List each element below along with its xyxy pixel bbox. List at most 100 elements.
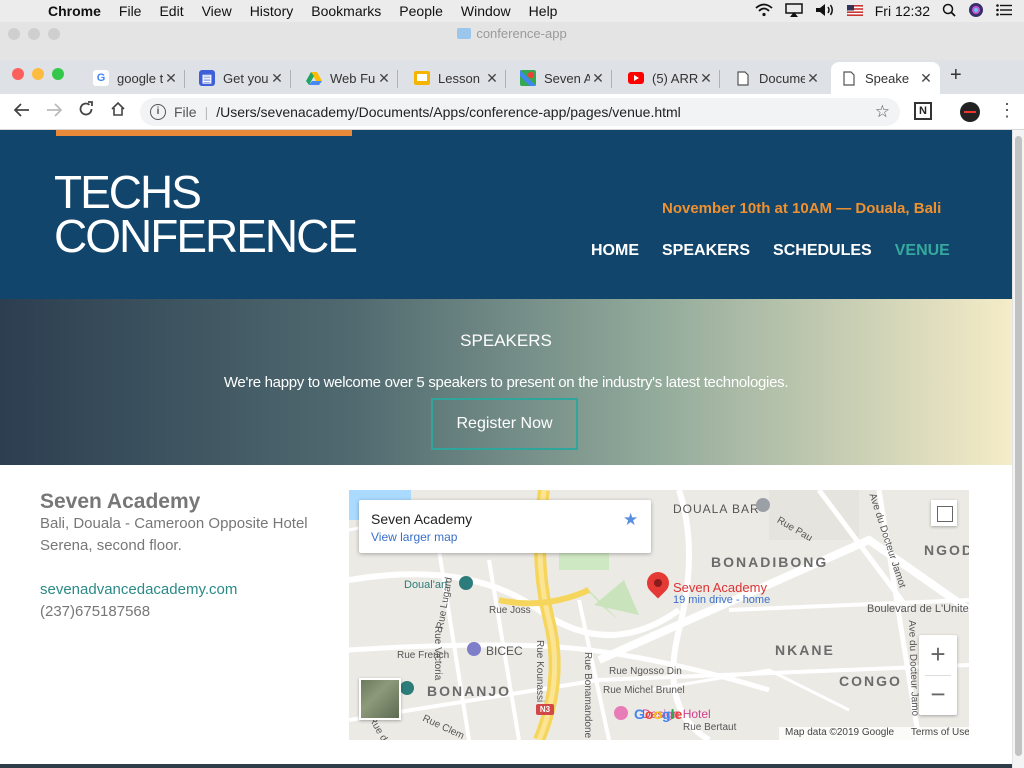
venue-phone: (237)675187568 bbox=[40, 603, 151, 620]
menu-help[interactable]: Help bbox=[520, 3, 567, 19]
new-tab-button[interactable]: + bbox=[950, 64, 962, 87]
tab-lesson[interactable]: Lesson ✕ bbox=[404, 62, 506, 94]
siri-icon[interactable] bbox=[968, 2, 984, 21]
bookmark-star-icon[interactable]: ☆ bbox=[875, 102, 890, 122]
map-data-text: Map data ©2019 Google bbox=[785, 727, 895, 738]
forward-arrow-icon[interactable] bbox=[38, 102, 70, 122]
extension-n-icon[interactable]: N bbox=[914, 102, 932, 120]
close-tab-icon[interactable]: ✕ bbox=[484, 70, 500, 87]
back-arrow-icon[interactable] bbox=[6, 102, 38, 122]
page-scrollbar[interactable] bbox=[1012, 130, 1024, 768]
tab-get-you[interactable]: ▤ Get you ✕ bbox=[189, 62, 291, 94]
tab-seven-a[interactable]: Seven A ✕ bbox=[510, 62, 612, 94]
tab-label: Docume bbox=[759, 70, 805, 86]
footer-strip bbox=[0, 764, 1012, 768]
minimize-window-button[interactable] bbox=[32, 68, 44, 80]
notification-center-icon[interactable] bbox=[996, 3, 1012, 19]
zoom-in-button[interactable]: + bbox=[919, 635, 957, 675]
address-scheme: File bbox=[174, 104, 197, 120]
tab-web-fu[interactable]: Web Fu ✕ bbox=[296, 62, 398, 94]
wifi-icon[interactable] bbox=[755, 3, 773, 20]
youtube-icon bbox=[628, 70, 644, 86]
menu-edit[interactable]: Edit bbox=[150, 3, 192, 19]
site-info-icon[interactable]: i bbox=[150, 104, 166, 120]
tab-youtube[interactable]: (5) ARR ✕ bbox=[618, 62, 720, 94]
menu-bookmarks[interactable]: Bookmarks bbox=[302, 3, 390, 19]
close-tab-icon[interactable]: ✕ bbox=[163, 70, 179, 87]
nav-schedules[interactable]: SCHEDULES bbox=[773, 242, 872, 260]
menu-view[interactable]: View bbox=[193, 3, 241, 19]
close-tab-icon[interactable]: ✕ bbox=[698, 70, 714, 87]
reload-icon[interactable] bbox=[70, 101, 102, 122]
spotlight-search-icon[interactable] bbox=[942, 3, 956, 20]
zoom-out-button[interactable]: − bbox=[919, 675, 957, 715]
close-tab-icon[interactable]: ✕ bbox=[590, 70, 606, 87]
map-pin-label[interactable]: Seven Academy bbox=[673, 580, 767, 595]
embedded-map[interactable]: DOUALA BAR BONADIBONG NGOD Doual'art Rue… bbox=[349, 490, 969, 740]
tab-label: google t bbox=[117, 70, 163, 86]
speakers-banner: SPEAKERS We're happy to welcome over 5 s… bbox=[0, 299, 1012, 465]
tab-speakers-active[interactable]: Speake ✕ bbox=[831, 62, 940, 94]
map-label-rue-ngosso: Rue Ngosso Din bbox=[609, 666, 682, 677]
menu-history[interactable]: History bbox=[241, 3, 303, 19]
extension-dark-icon[interactable] bbox=[960, 102, 980, 122]
close-tab-icon[interactable]: ✕ bbox=[805, 70, 821, 87]
menu-app-name[interactable]: Chrome bbox=[44, 3, 110, 19]
map-poi-marker-icon bbox=[459, 576, 473, 590]
maximize-window-button[interactable] bbox=[52, 68, 64, 80]
venue-address: Bali, Douala - Cameroon Opposite Hotel S… bbox=[40, 515, 308, 554]
tab-label: Web Fu bbox=[330, 70, 376, 86]
fullscreen-toggle-icon[interactable] bbox=[931, 500, 957, 526]
nav-home[interactable]: HOME bbox=[591, 242, 639, 260]
menu-file[interactable]: File bbox=[110, 3, 151, 19]
address-bar[interactable]: i File | /Users/sevenacademy/Documents/A… bbox=[140, 98, 900, 126]
google-maps-icon bbox=[520, 70, 536, 86]
folder-icon bbox=[457, 28, 472, 39]
chrome-menu-icon[interactable]: ⋮ bbox=[998, 100, 1016, 121]
page-viewport: TECHS CONFERENCE November 10th at 10AM —… bbox=[0, 130, 1012, 768]
satellite-toggle-button[interactable] bbox=[359, 678, 401, 720]
map-card-title: Seven Academy bbox=[371, 511, 473, 527]
map-label-rue-kounassi: Rue Kounassi bbox=[534, 640, 545, 703]
close-window-button[interactable] bbox=[12, 68, 24, 80]
map-label-boulevard: Boulevard de L'Unite bbox=[867, 603, 969, 615]
map-pin-subtitle: 19 min drive - home bbox=[673, 594, 771, 606]
google-slides-icon bbox=[414, 70, 430, 86]
logo-line-2: CONFERENCE bbox=[54, 210, 358, 262]
map-info-card: Seven Academy View larger map ★ bbox=[359, 500, 651, 553]
map-label-douala-bar: DOUALA BAR bbox=[673, 502, 760, 516]
tab-google[interactable]: G google t ✕ bbox=[83, 62, 185, 94]
view-larger-map-link[interactable]: View larger map bbox=[371, 530, 457, 544]
tab-document[interactable]: Docume ✕ bbox=[725, 62, 827, 94]
volume-icon[interactable] bbox=[815, 3, 835, 20]
register-now-button[interactable]: Register Now bbox=[431, 398, 578, 450]
venue-website-link[interactable]: sevenadvancedacademy.com bbox=[40, 581, 237, 598]
map-label-rue-joss: Rue Joss bbox=[489, 605, 531, 616]
close-tab-icon[interactable]: ✕ bbox=[269, 70, 285, 87]
nav-venue[interactable]: VENUE bbox=[895, 242, 950, 260]
tab-label: Seven A bbox=[544, 70, 590, 86]
map-hotel-marker-icon bbox=[614, 706, 628, 720]
address-url[interactable]: /Users/sevenacademy/Documents/Apps/confe… bbox=[216, 104, 681, 120]
home-icon[interactable] bbox=[102, 101, 134, 122]
scrollbar-thumb[interactable] bbox=[1015, 136, 1022, 756]
background-window-title: conference-app bbox=[0, 26, 1024, 41]
site-logo[interactable]: TECHS CONFERENCE bbox=[54, 166, 358, 262]
airplay-icon[interactable] bbox=[785, 2, 803, 20]
tab-strip: G google t ✕ ▤ Get you ✕ Web Fu ✕ Lesson… bbox=[0, 60, 1024, 94]
close-tab-icon[interactable]: ✕ bbox=[918, 70, 934, 87]
nav-speakers[interactable]: SPEAKERS bbox=[662, 242, 750, 260]
close-tab-icon[interactable]: ✕ bbox=[376, 70, 392, 87]
map-label-bonadibong: BONADIBONG bbox=[711, 554, 829, 570]
logo-line-1: TECHS bbox=[54, 166, 202, 218]
save-star-icon[interactable]: ★ bbox=[623, 510, 638, 530]
menu-people[interactable]: People bbox=[390, 3, 452, 19]
us-flag-icon[interactable] bbox=[846, 4, 863, 19]
map-poi-marker-icon bbox=[400, 681, 414, 695]
document-icon bbox=[735, 70, 751, 86]
site-header: TECHS CONFERENCE November 10th at 10AM —… bbox=[0, 130, 1012, 299]
menu-window[interactable]: Window bbox=[452, 3, 520, 19]
map-label-congo: CONGO bbox=[839, 673, 902, 689]
menubar-clock[interactable]: Fri 12:32 bbox=[875, 3, 930, 19]
terms-of-use-link[interactable]: Terms of Use bbox=[911, 727, 969, 738]
